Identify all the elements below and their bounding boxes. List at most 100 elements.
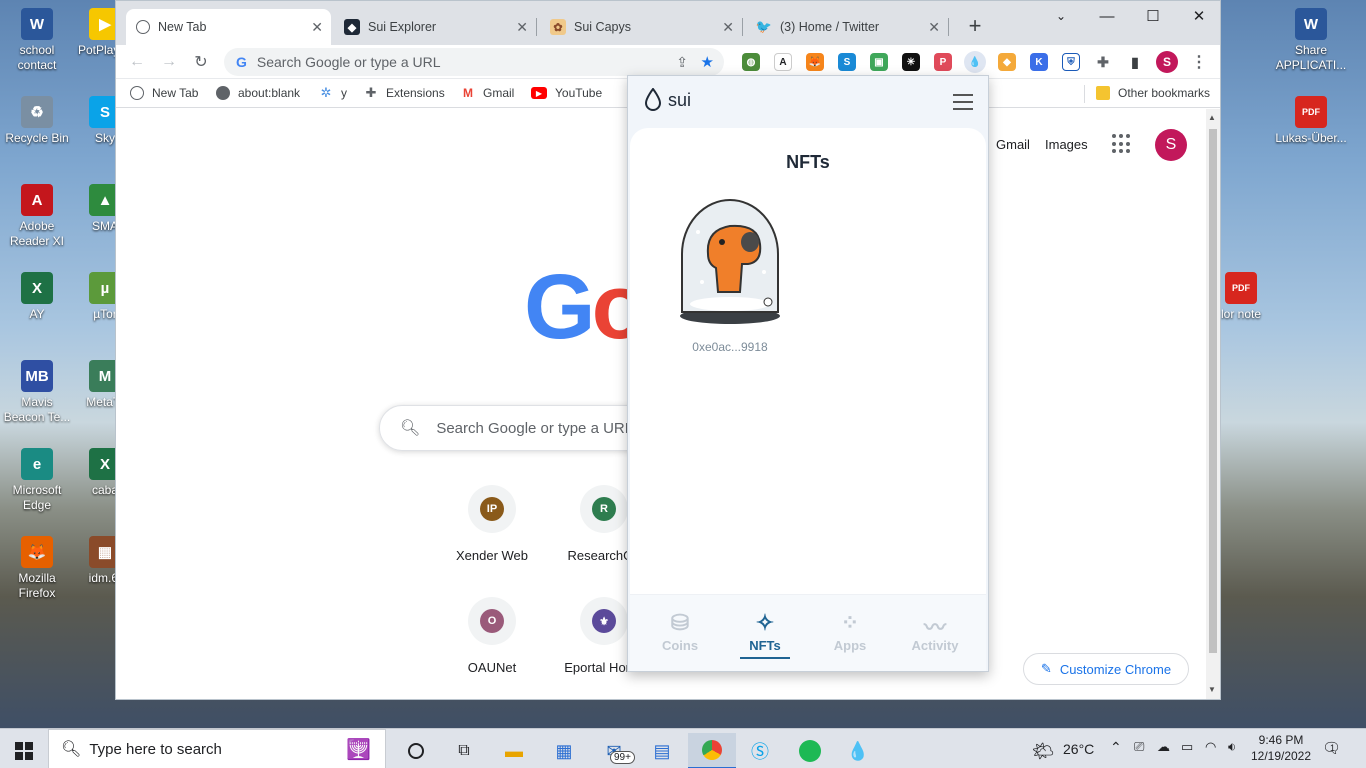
forward-button[interactable]: →	[158, 51, 180, 73]
desktop-icon-label: Microsoft Edge	[12, 483, 62, 512]
nft-card[interactable]	[678, 192, 782, 332]
customize-label: Customize Chrome	[1059, 661, 1172, 677]
bookmark-star-icon[interactable]: ★	[701, 53, 714, 71]
tab-separator	[948, 18, 949, 36]
sui-wallet-extension-icon[interactable]: 💧	[964, 51, 986, 73]
minimize-button[interactable]: —	[1084, 1, 1130, 31]
extension-k-icon[interactable]: K	[1030, 53, 1048, 71]
taskbar-sui-wallet-icon[interactable]: 💧	[834, 733, 882, 768]
page-scrollbar[interactable]: ▲ ▼	[1206, 109, 1220, 699]
tray-chevron-icon[interactable]: ⌃	[1110, 739, 1122, 756]
bookmark-y[interactable]: ✲ y	[319, 85, 347, 100]
other-bookmarks[interactable]: Other bookmarks	[1096, 86, 1210, 100]
bookmark-new-tab[interactable]: New Tab	[130, 86, 198, 100]
notification-icon[interactable]: 🗨 1	[1322, 739, 1341, 757]
wifi-icon[interactable]: ◠	[1205, 739, 1216, 755]
nav-coins[interactable]: ⛁ Coins	[645, 610, 715, 653]
tab-sui-capys[interactable]: ✿ Sui Capys ✕	[540, 9, 743, 45]
chrome-menu-icon[interactable]: ⋮	[1190, 53, 1208, 71]
desktop-icon[interactable]: PDF Lukas-Über...	[1274, 96, 1348, 146]
cortana-icon[interactable]	[392, 733, 440, 768]
gmail-link[interactable]: Gmail	[996, 137, 1030, 152]
desktop-icon[interactable]: X AY	[0, 272, 74, 322]
extension-argent-icon[interactable]: A	[774, 53, 792, 71]
tab-title: Sui Capys	[574, 20, 631, 34]
shortcut-xender-web[interactable]: IP Xender Web	[436, 485, 548, 563]
close-tab-icon[interactable]: ✕	[311, 19, 323, 36]
nav-activity[interactable]: 〰 Activity	[900, 610, 970, 653]
tab-sui-explorer[interactable]: ◆ Sui Explorer ✕	[334, 9, 537, 45]
desktop-icon-label: Adobe Reader XI	[9, 219, 65, 248]
scroll-down-arrow-icon[interactable]: ▼	[1208, 685, 1216, 694]
extension-pocket-icon[interactable]: P	[934, 53, 952, 71]
battery-icon[interactable]: ▭	[1181, 739, 1193, 755]
omnibox[interactable]: G Search Google or type a URL ⇪ ★	[224, 48, 724, 76]
desktop-icon[interactable]: A Adobe Reader XI	[0, 184, 74, 249]
bookmark-youtube[interactable]: ▶ YouTube	[531, 86, 602, 100]
extension-snowflake-icon[interactable]: ✳	[902, 53, 920, 71]
cloud-sync-icon[interactable]: ☁	[1157, 739, 1170, 755]
apps-dot	[1112, 141, 1116, 146]
reload-button[interactable]: ↻	[190, 51, 212, 73]
bookmark-about-blank[interactable]: about:blank	[216, 86, 300, 100]
windows-start-icon[interactable]	[0, 733, 48, 768]
weather-temp[interactable]: 26°C	[1063, 741, 1094, 757]
extensions-puzzle-icon[interactable]: ✚	[1094, 53, 1112, 71]
taskbar-chrome-icon[interactable]	[688, 733, 736, 768]
desktop-icon[interactable]: W Share APPLICATI...	[1274, 8, 1348, 73]
maximize-button[interactable]: ☐	[1130, 1, 1176, 31]
windows-app-icon[interactable]: ▤	[638, 733, 686, 768]
google-apps-icon[interactable]	[1112, 134, 1132, 154]
extension-shield-icon[interactable]: ⛨	[1062, 53, 1080, 71]
tab-twitter[interactable]: 🐦 (3) Home / Twitter ✕	[746, 9, 949, 45]
tab-new-tab[interactable]: New Tab ✕	[126, 9, 331, 45]
clock[interactable]: 9:46 PM 12/19/2022	[1248, 732, 1314, 764]
back-button[interactable]: ←	[126, 51, 148, 73]
nav-apps[interactable]: ⁘ Apps	[815, 610, 885, 653]
taskbar-spotify-icon[interactable]	[786, 733, 834, 768]
share-icon[interactable]: ⇪	[676, 54, 688, 71]
hamburger-menu-icon[interactable]	[953, 94, 973, 110]
desktop-icon[interactable]: e Microsoft Edge	[0, 448, 74, 513]
images-link[interactable]: Images	[1045, 137, 1088, 152]
file-explorer-icon[interactable]: ▬	[490, 733, 538, 768]
extension-wallet-icon[interactable]: ▣	[870, 53, 888, 71]
extension-globe-icon[interactable]: ◍	[742, 53, 760, 71]
profile-avatar[interactable]: S	[1156, 51, 1178, 73]
mail-icon[interactable]: ✉99+	[590, 733, 638, 768]
new-tab-button[interactable]: +	[962, 13, 988, 39]
tab-title: Sui Explorer	[368, 20, 437, 34]
desktop-icon[interactable]: MB Mavis Beacon Te...	[0, 360, 74, 425]
bookmark-gmail[interactable]: M Gmail	[461, 86, 514, 100]
side-panel-icon[interactable]: ▮	[1126, 53, 1144, 71]
metamask-icon[interactable]: 🦊	[806, 53, 824, 71]
scrollbar-thumb[interactable]	[1209, 129, 1217, 653]
close-window-button[interactable]: ✕	[1176, 1, 1220, 31]
globe-icon	[216, 86, 230, 100]
desktop-icon[interactable]: 🦊 Mozilla Firefox	[0, 536, 74, 601]
taskbar-search-box[interactable]: 🔍︎ Type here to search 🕎	[48, 729, 386, 768]
volume-icon[interactable]: 🔉︎	[1228, 739, 1236, 755]
desktop-icon[interactable]: ♻ Recycle Bin	[0, 96, 74, 146]
store-icon[interactable]: ▦	[540, 733, 588, 768]
capy-nft-image	[680, 199, 780, 324]
google-account-avatar[interactable]: S	[1155, 129, 1187, 161]
shortcut-oaunet[interactable]: O OAUNet	[436, 597, 548, 675]
taskbar-skype-icon[interactable]: Ⓢ	[736, 733, 784, 768]
scroll-up-arrow-icon[interactable]: ▲	[1208, 113, 1216, 122]
meet-now-icon[interactable]: ⎚	[1134, 739, 1144, 755]
extension-fox-icon[interactable]: ◆	[998, 53, 1016, 71]
extension-s-icon[interactable]: S	[838, 53, 856, 71]
close-tab-icon[interactable]: ✕	[516, 19, 528, 36]
tab-search-icon[interactable]: ⌄	[1038, 1, 1084, 31]
bookmark-label: y	[341, 86, 347, 100]
bookmark-extensions[interactable]: ✚ Extensions	[364, 85, 445, 100]
nft-object-id[interactable]: 0xe0ac...9918	[670, 340, 790, 354]
desktop-icon[interactable]: Wschool contact	[0, 8, 74, 73]
nav-nfts[interactable]: ✧ NFTs	[730, 610, 800, 659]
close-tab-icon[interactable]: ✕	[722, 19, 734, 36]
close-tab-icon[interactable]: ✕	[928, 19, 940, 36]
customize-chrome-button[interactable]: ✎ Customize Chrome	[1023, 653, 1189, 685]
chrome-tab-icon	[136, 20, 150, 34]
task-view-icon[interactable]: ⧉	[440, 733, 488, 768]
